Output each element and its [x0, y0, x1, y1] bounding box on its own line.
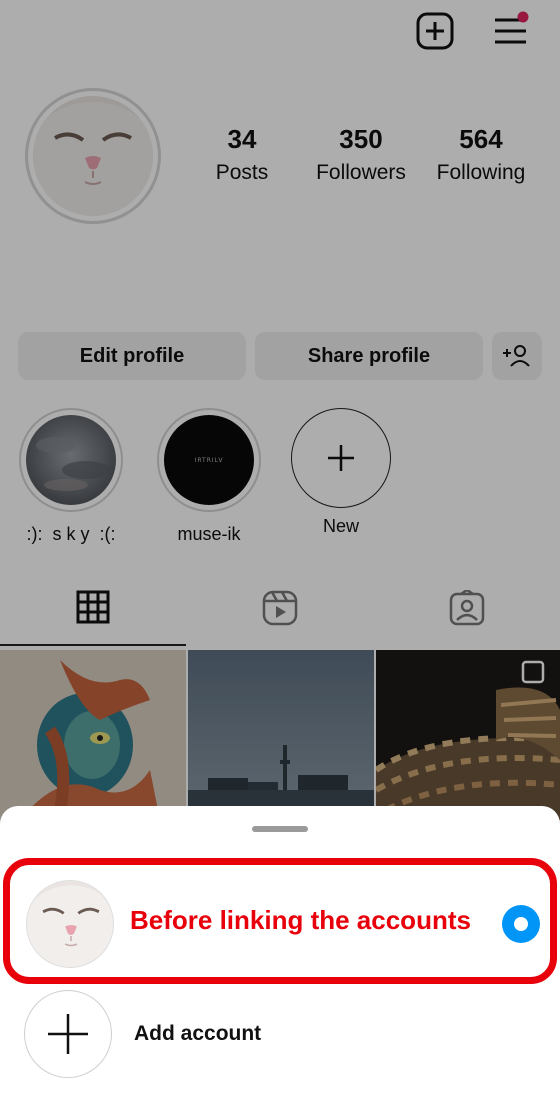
sheet-drag-handle[interactable] [252, 826, 308, 832]
add-account-circle [24, 990, 112, 1078]
current-account-row[interactable]: Before linking the accounts [3, 858, 557, 984]
add-account-label: Add account [134, 1022, 262, 1045]
account-avatar [26, 880, 114, 968]
account-switcher-sheet: Before linking the accounts Add account [0, 806, 560, 1100]
add-account-row[interactable]: Add account [0, 988, 560, 1080]
account-label: Before linking the accounts [130, 905, 471, 935]
radio-dot [514, 917, 528, 931]
plus-icon [48, 1014, 88, 1054]
selected-radio[interactable] [502, 905, 540, 943]
